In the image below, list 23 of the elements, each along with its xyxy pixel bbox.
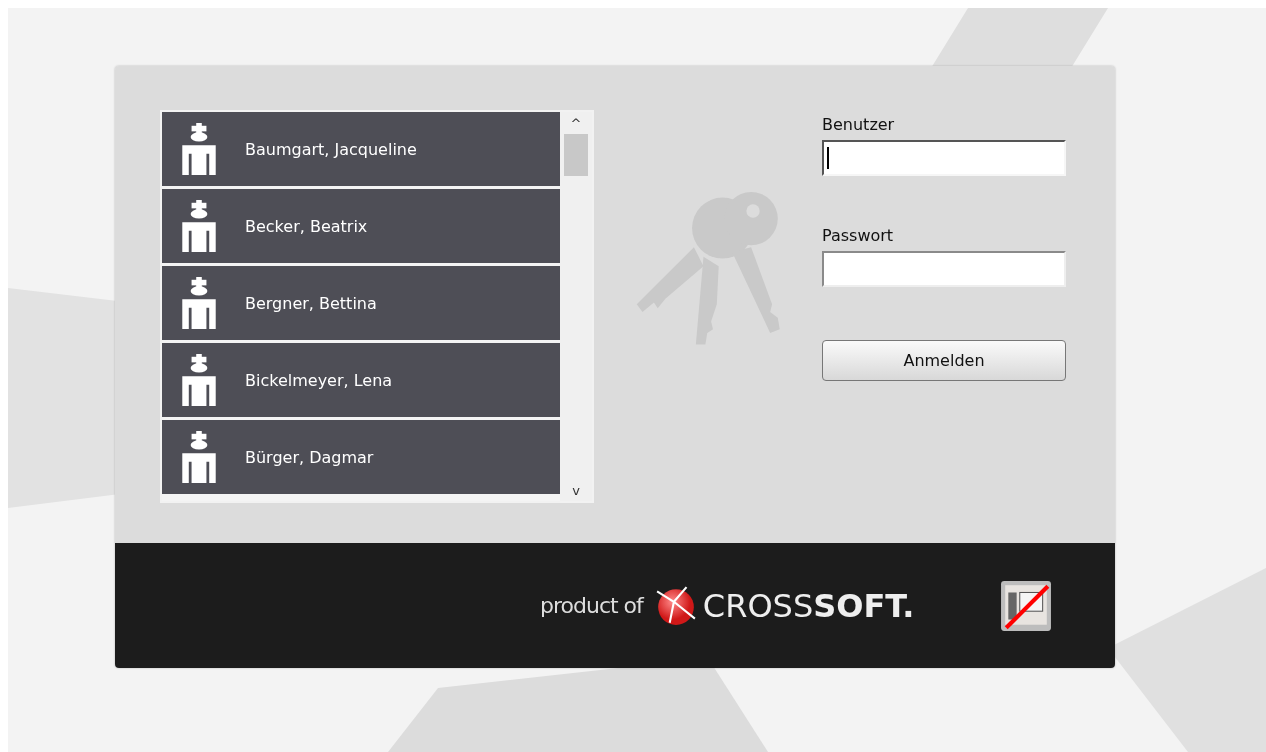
person-icon <box>180 200 218 252</box>
person-icon <box>180 431 218 483</box>
input-field[interactable] <box>822 251 1066 287</box>
person-icon <box>180 277 218 329</box>
user-list-item[interactable]: Bickelmeyer, Lena <box>162 343 560 417</box>
field-label: Benutzer <box>822 115 896 134</box>
user-list-item[interactable]: Bergner, Bettina <box>162 266 560 340</box>
scroll-thumb[interactable] <box>564 134 588 176</box>
brand-name: CROSSSOFT. <box>702 586 915 625</box>
product-of-text: product of <box>540 593 643 618</box>
scroll-down-button[interactable]: v <box>560 479 592 501</box>
logo-icon <box>654 584 697 627</box>
user-list-item[interactable]: Bürger, Dagmar <box>162 420 560 494</box>
text-cursor <box>827 147 829 169</box>
scroll-up-button[interactable]: ^ <box>560 112 592 134</box>
person-icon <box>180 123 218 175</box>
user-list-item[interactable]: Baumgart, Jacqueline <box>162 112 560 186</box>
input-field[interactable] <box>822 140 1066 176</box>
field-label: Passwort <box>822 226 895 245</box>
user-list-item[interactable]: Becker, Beatrix <box>162 189 560 263</box>
scrollbar[interactable]: ^ v <box>560 112 592 501</box>
person-icon <box>180 354 218 406</box>
login-button[interactable]: Anmelden <box>822 340 1066 381</box>
